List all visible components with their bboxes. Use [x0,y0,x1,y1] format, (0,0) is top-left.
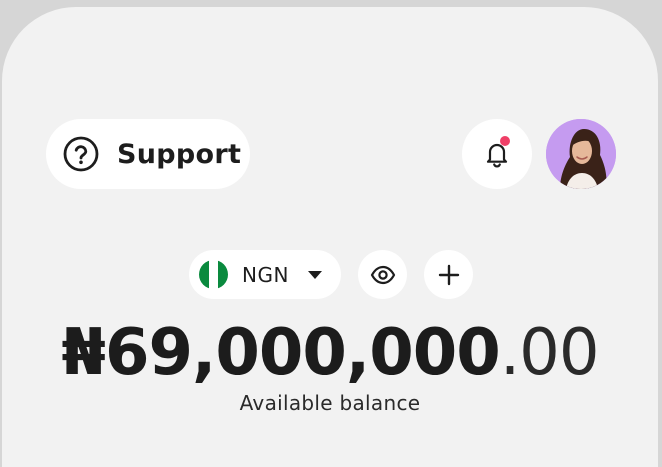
balance-label: Available balance [239,391,421,415]
eye-icon [370,265,395,284]
balance-decimal: .00 [499,316,600,390]
app-screen: Support NGN ₦69,000,000.00 Available bal… [2,7,658,467]
toggle-balance-visibility-button[interactable] [358,250,407,299]
currency-code: NGN [242,262,289,287]
caret-down-icon [307,270,322,279]
currency-selector[interactable]: NGN [189,250,341,299]
balance-main: ₦69,000,000 [61,316,500,390]
plus-icon [438,264,459,285]
add-funds-button[interactable] [424,250,473,299]
balance-amount: ₦69,000,000.00 [2,313,658,393]
support-button[interactable]: Support [46,119,250,189]
nigeria-flag-icon [199,260,228,289]
notifications-button[interactable] [462,119,532,189]
question-circle-icon [63,136,99,172]
profile-photo [546,119,616,189]
avatar[interactable] [546,119,616,189]
support-label: Support [117,138,242,170]
notification-dot [500,136,510,146]
